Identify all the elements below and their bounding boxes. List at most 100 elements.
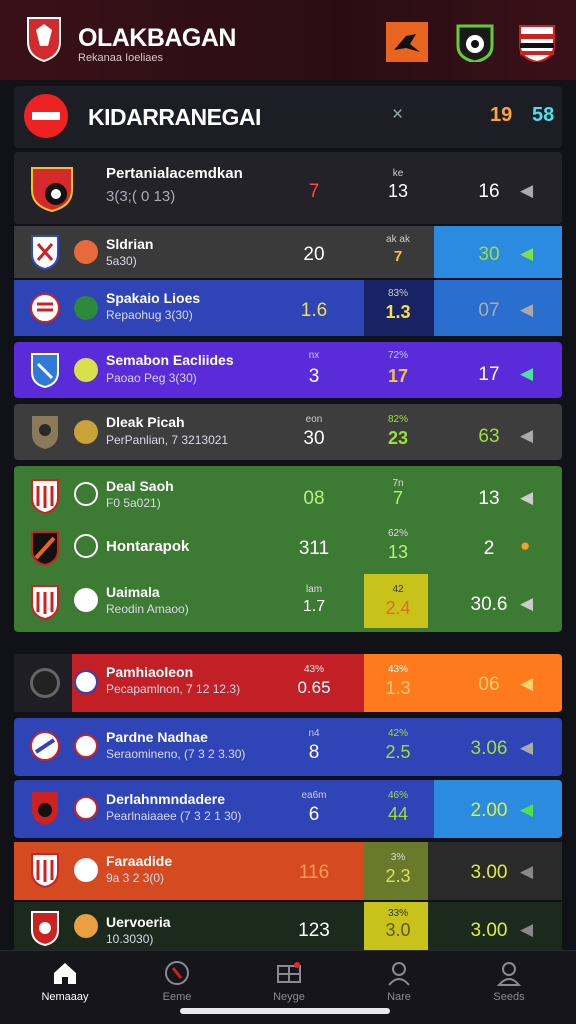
match-row[interactable]: Pamhiaoleon Pecapamlnon, 7 12 12.3) 43% … <box>14 654 562 712</box>
odds-away[interactable]: 30 <box>454 244 524 266</box>
team-badge-icon <box>74 670 98 694</box>
odds-draw[interactable]: 3.0 <box>370 920 426 941</box>
match-row[interactable]: Faraadide 9a 3 2 3(0) 116 3% 2.3 3.00 ◀ <box>14 842 562 900</box>
odds-draw[interactable]: 7 <box>370 248 426 265</box>
odds-away[interactable]: 16 <box>454 181 524 203</box>
match-row[interactable]: Derlahnmndadere Pearlnaiaaee (7 3 2 1 30… <box>14 780 562 838</box>
tab-games[interactable]: Eeme <box>132 959 222 1003</box>
match-subtitle: 5a30) <box>106 254 137 268</box>
match-row[interactable]: Semabon Eacliides Paoao Peg 3(30) nx 3 7… <box>14 342 562 398</box>
team-crest-icon <box>31 353 59 388</box>
team-crest-icon <box>31 585 59 620</box>
odds-away[interactable]: 30.6 <box>454 594 524 616</box>
odds-home[interactable]: 20 <box>284 244 344 266</box>
league-flag-icon <box>24 94 68 138</box>
odds-draw[interactable]: 17 <box>370 366 426 387</box>
odds-away[interactable]: 2.00 <box>454 800 524 822</box>
odds-home-label: 43% <box>303 664 324 675</box>
chevron-icon[interactable]: ◀ <box>520 800 533 820</box>
chevron-icon[interactable]: ◀ <box>520 181 533 201</box>
tab-scores[interactable]: Neyge <box>244 959 334 1003</box>
match-row[interactable]: Pertanialacemdkan 3(3;( 0 13) 7 ke 13 16… <box>14 152 562 224</box>
close-icon[interactable]: × <box>392 104 403 126</box>
chevron-icon[interactable]: ◀ <box>520 594 533 614</box>
odds-home[interactable]: 7 <box>284 181 344 203</box>
odds-label: 3% <box>390 852 406 863</box>
odds-draw[interactable]: 1.3 <box>370 302 426 323</box>
chevron-icon[interactable]: ● <box>520 536 530 556</box>
team-crest-icon <box>30 731 60 761</box>
odds-away[interactable]: 3.00 <box>454 862 524 884</box>
tab-label: Nemaaay <box>41 991 89 1003</box>
odds-away[interactable]: 3.00 <box>454 920 524 942</box>
odds-away[interactable]: 06 <box>454 674 524 696</box>
chevron-icon[interactable]: ◀ <box>520 426 533 446</box>
match-row[interactable]: Deal Saoh F0 5a021) 08 7n 7 13 ◀ <box>14 470 562 522</box>
odds-draw[interactable]: 44 <box>370 804 426 825</box>
team-crest-icon <box>30 293 60 323</box>
match-subtitle: Seraomineno, (7 3 2 3.30) <box>106 747 246 761</box>
match-row[interactable]: Sldrian 5a30) 20 ak ak 7 30 ◀ <box>14 226 562 278</box>
odds-draw[interactable]: 2.3 <box>370 866 426 887</box>
odds-home[interactable]: 116 <box>284 862 344 884</box>
match-row[interactable]: Hontarapok 311 62% 13 2 ● <box>14 524 562 574</box>
odds-home[interactable]: 0.65 <box>284 678 344 698</box>
chevron-icon[interactable]: ◀ <box>520 244 533 264</box>
match-title: Faraadide <box>106 853 173 869</box>
odds-away[interactable]: 13 <box>454 488 524 510</box>
chevron-icon[interactable]: ◀ <box>520 862 533 882</box>
match-subtitle: F0 5a021) <box>106 496 161 510</box>
odds-draw[interactable]: 1.3 <box>370 678 426 699</box>
odds-home[interactable]: 123 <box>284 920 344 942</box>
team-badge-icon <box>74 296 98 320</box>
club-badge-green-icon[interactable] <box>454 22 496 62</box>
match-row[interactable]: Uaimala Reodin Amaoo) lam 1.7 42 2.4 30.… <box>14 576 562 630</box>
tab-profile[interactable]: Nare <box>354 959 444 1003</box>
chevron-icon[interactable]: ◀ <box>520 300 533 320</box>
match-title: Semabon Eacliides <box>106 352 234 368</box>
league-section-header[interactable]: KIDARRANEGAI × 19 58 <box>14 86 562 148</box>
odds-away[interactable]: 17 <box>454 364 524 386</box>
tab-settings[interactable]: Seeds <box>464 959 554 1003</box>
chevron-icon[interactable]: ◀ <box>520 920 533 940</box>
odds-home-label: lam <box>305 584 323 595</box>
chevron-icon[interactable]: ◀ <box>520 364 533 384</box>
match-subtitle: PerPanlian, 7 3213021 <box>106 433 229 447</box>
odds-draw[interactable]: 13 <box>370 542 426 563</box>
odds-draw[interactable]: 2.4 <box>370 598 426 619</box>
club-badge-striped-icon[interactable] <box>516 22 558 62</box>
match-title: Pertanialacemdkan <box>106 165 243 182</box>
odds-home[interactable]: 30 <box>284 428 344 450</box>
odds-home[interactable]: 1.7 <box>284 598 344 616</box>
match-row[interactable]: Dleak Picah PerPanlian, 7 3213021 eon 30… <box>14 404 562 460</box>
odds-away[interactable]: 07 <box>454 300 524 322</box>
tab-label: Neyge <box>273 991 305 1003</box>
chevron-icon[interactable]: ◀ <box>520 488 533 508</box>
odds-away[interactable]: 3.06 <box>454 738 524 760</box>
chevron-icon[interactable]: ◀ <box>520 674 533 694</box>
odds-draw[interactable]: 2.5 <box>370 742 426 763</box>
odds-away[interactable]: 2 <box>454 538 524 560</box>
odds-home[interactable]: 8 <box>284 742 344 764</box>
home-icon <box>54 963 76 984</box>
tab-label: Nare <box>387 991 411 1003</box>
odds-home[interactable]: 1.6 <box>284 300 344 322</box>
odds-home[interactable]: 3 <box>284 366 344 388</box>
odds-away[interactable]: 63 <box>454 426 524 448</box>
odds-draw[interactable]: 7 <box>370 488 426 509</box>
odds-draw[interactable]: 13 <box>370 181 426 202</box>
odds-home[interactable]: 6 <box>284 804 344 826</box>
tab-home[interactable]: Nemaaay <box>20 959 110 1003</box>
odds-label: 82% <box>387 414 408 425</box>
odds-home[interactable]: 311 <box>284 538 344 560</box>
team-crest-icon <box>32 792 58 825</box>
match-row[interactable]: Pardne Nadhae Seraomineno, (7 3 2 3.30) … <box>14 718 562 776</box>
odds-home[interactable]: 08 <box>284 488 344 510</box>
club-badge-orange-icon[interactable] <box>386 22 428 62</box>
match-row[interactable]: Spakaio Lioes Repaohug 3(30) 1.6 83% 1.3… <box>14 280 562 336</box>
odds-draw[interactable]: 23 <box>370 428 426 449</box>
chevron-icon[interactable]: ◀ <box>520 738 533 758</box>
team-crest-icon <box>31 911 59 946</box>
match-row[interactable]: Uervoeria 10.3030) 123 33% 3.0 3.00 ◀ <box>14 902 562 950</box>
user-icon <box>496 962 522 986</box>
